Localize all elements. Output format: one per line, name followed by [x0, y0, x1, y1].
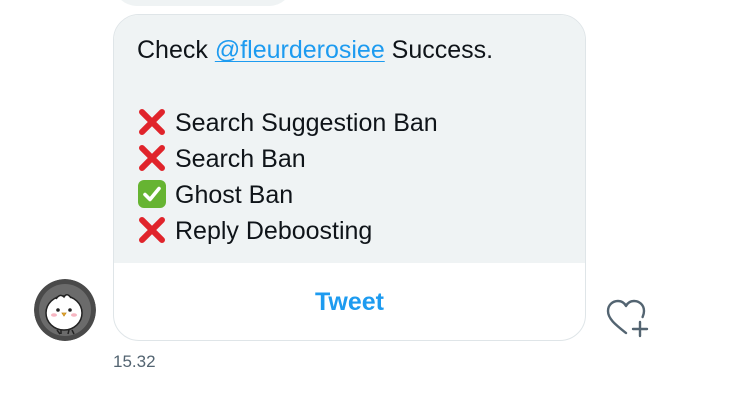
check-suffix: Success. — [384, 36, 494, 64]
heart-plus-icon — [606, 299, 649, 338]
card-body: Check @fleurderosiee Success. Search Sug… — [114, 15, 585, 263]
result-row: Search Suggestion Ban — [137, 107, 438, 138]
result-label: Search Suggestion Ban — [175, 109, 438, 137]
mention-link[interactable]: @fleurderosiee — [215, 36, 385, 64]
message-timestamp: 15.32 — [113, 352, 156, 371]
check-prefix: Check — [137, 36, 215, 64]
check-result-line: Check @fleurderosiee Success. — [137, 35, 493, 65]
result-row: Search Ban — [137, 143, 306, 174]
avatar[interactable] — [34, 279, 96, 341]
cross-mark-icon — [137, 215, 167, 245]
bird-avatar-icon — [34, 279, 96, 341]
result-label: Search Ban — [175, 145, 306, 173]
result-row: Ghost Ban — [137, 179, 293, 210]
result-label: Ghost Ban — [175, 181, 294, 209]
result-label: Reply Deboosting — [175, 217, 373, 245]
tweet-button[interactable]: Tweet — [114, 263, 585, 340]
previous-message-bubble — [113, 0, 293, 6]
check-mark-icon — [137, 179, 167, 209]
react-button[interactable] — [604, 298, 652, 338]
cross-mark-icon — [137, 143, 167, 173]
tweet-card: Check @fleurderosiee Success. Search Sug… — [113, 14, 586, 341]
result-row: Reply Deboosting — [137, 215, 372, 246]
cross-mark-icon — [137, 107, 167, 137]
